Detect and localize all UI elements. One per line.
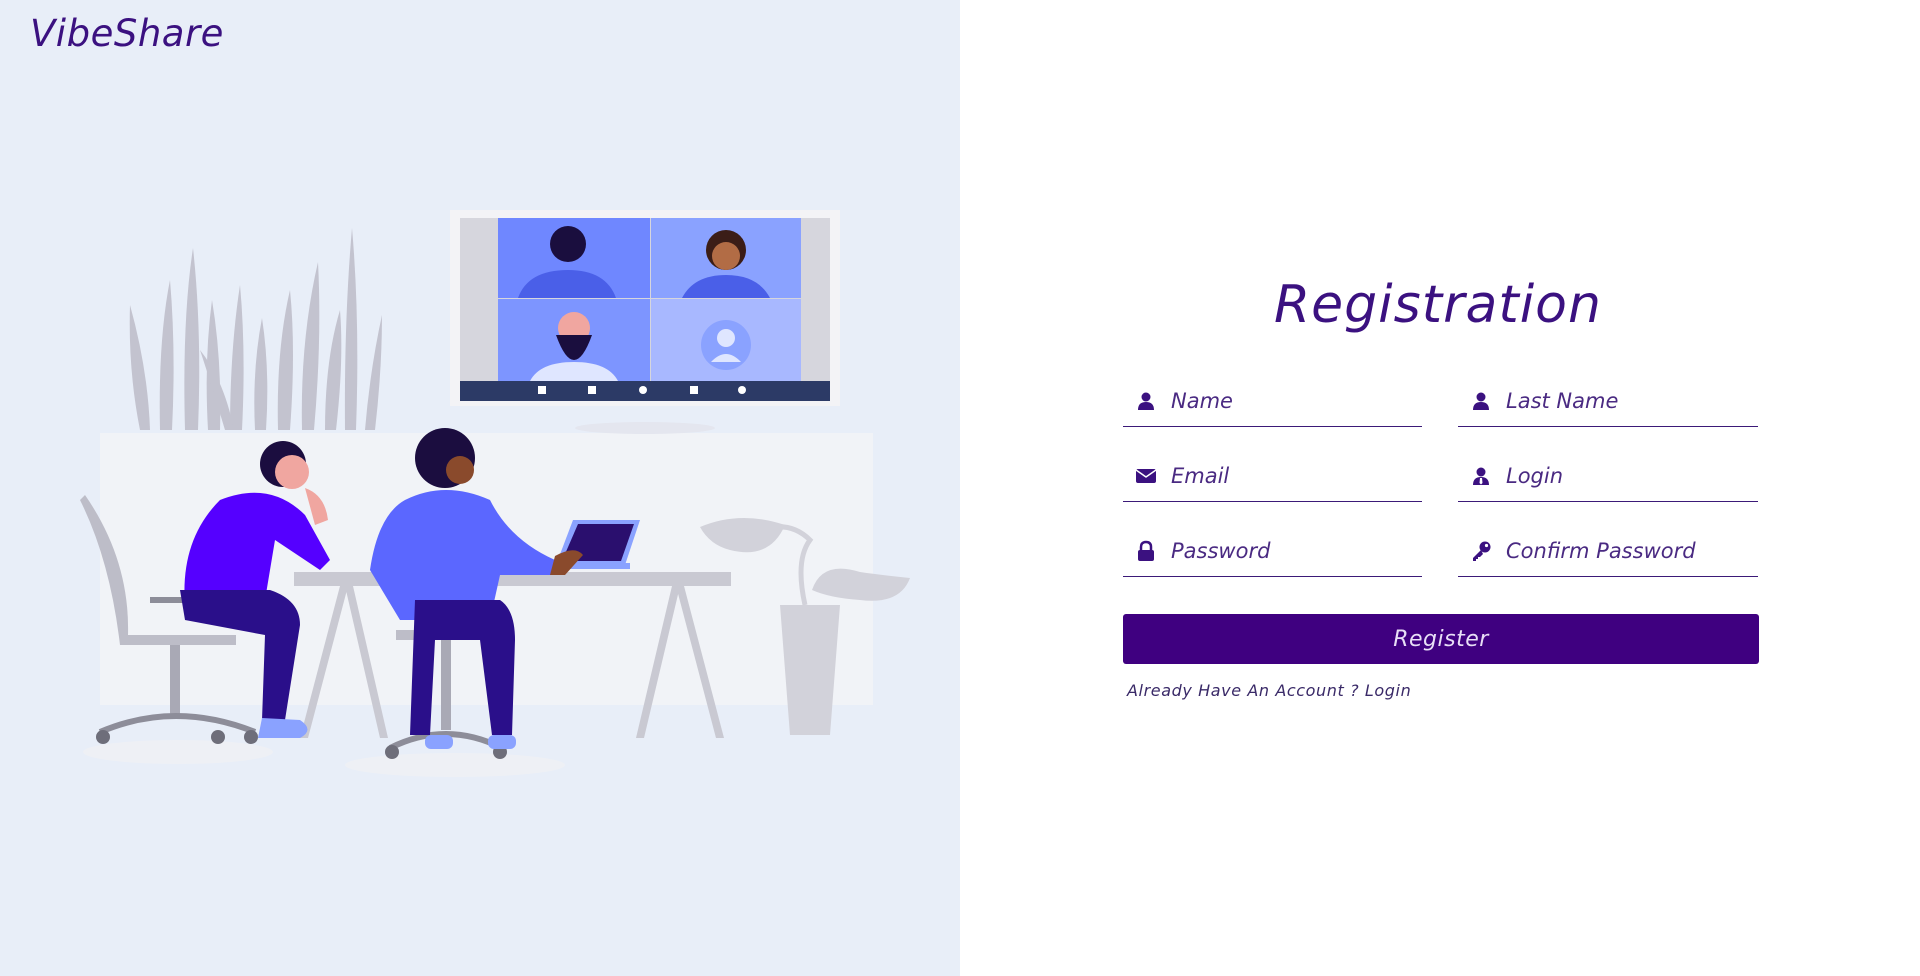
register-button[interactable]: Register — [1123, 614, 1759, 664]
email-input[interactable] — [1171, 464, 1401, 488]
email-field-wrapper — [1123, 451, 1422, 502]
name-field-wrapper — [1123, 376, 1422, 427]
login-link[interactable]: Already Have An Account ? Login — [1127, 681, 1411, 700]
illustration-panel: VibeShare — [0, 0, 960, 976]
confirm-password-input[interactable] — [1506, 539, 1736, 563]
video-meeting-illustration — [80, 210, 910, 777]
login-field-wrapper — [1458, 451, 1758, 502]
page-title: Registration — [1274, 275, 1602, 335]
user-icon — [1470, 390, 1492, 412]
envelope-icon — [1135, 465, 1157, 487]
last-name-input[interactable] — [1506, 389, 1736, 413]
name-input[interactable] — [1171, 389, 1401, 413]
last-name-field-wrapper — [1458, 376, 1758, 427]
key-icon — [1470, 540, 1492, 562]
confirm-password-field-wrapper — [1458, 526, 1758, 577]
password-field-wrapper — [1123, 526, 1422, 577]
user-tie-icon — [1470, 465, 1492, 487]
form-panel — [960, 0, 1920, 976]
login-input[interactable] — [1506, 464, 1736, 488]
user-icon — [1135, 390, 1157, 412]
password-input[interactable] — [1171, 539, 1401, 563]
lock-icon — [1135, 540, 1157, 562]
